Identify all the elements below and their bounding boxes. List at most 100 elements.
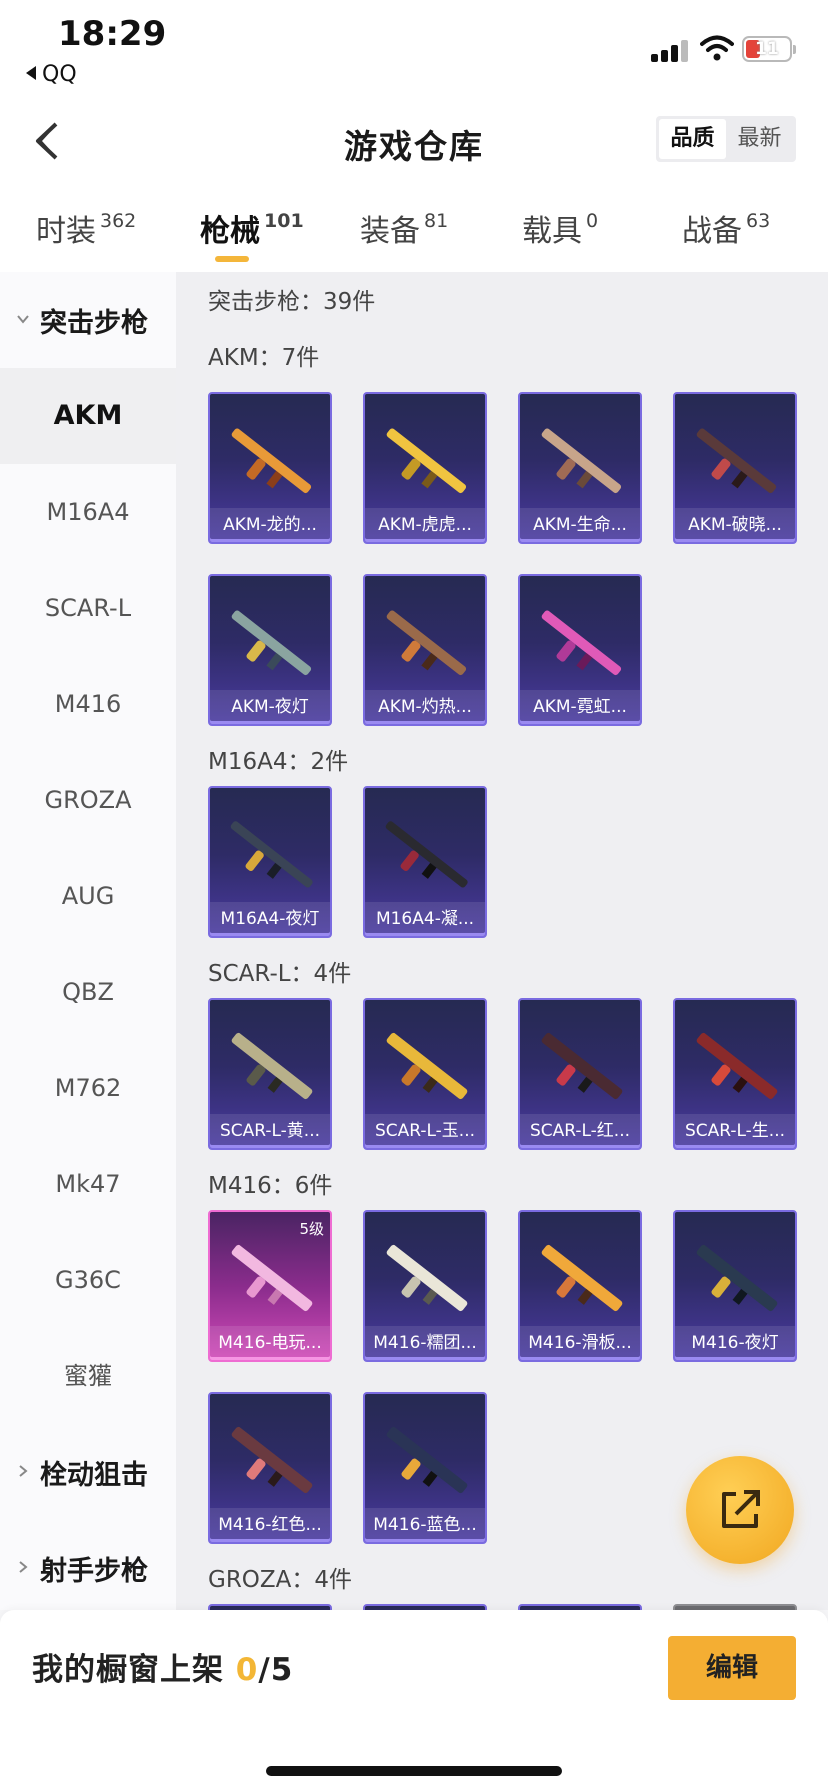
weapon-card[interactable]: M416-蓝色... <box>363 1392 487 1544</box>
sidebar-group-label: 栓动狙击 <box>40 1460 148 1491</box>
sidebar-item-qbz[interactable]: QBZ <box>0 944 176 1040</box>
tab-equipment[interactable]: 装备 81 <box>360 206 448 250</box>
weapon-card-label: M416-夜灯 <box>675 1326 795 1360</box>
sidebar-item-honey-badger[interactable]: 蜜獾 <box>0 1328 176 1424</box>
battery-level: 11 <box>755 39 779 59</box>
section-title-m416: M416：6件 <box>208 1173 333 1199</box>
scar-l-skin-icon <box>386 1032 468 1100</box>
weapon-card[interactable]: M16A4-凝... <box>363 786 487 938</box>
tab-count: 81 <box>424 210 449 232</box>
tab-count: 63 <box>746 210 771 232</box>
weapon-card-label: SCAR-L-生... <box>675 1114 795 1148</box>
scar-l-skin-icon <box>541 1032 623 1100</box>
weapon-grid: 突击步枪：39件 AKM：7件 AKM-龙的... AKM-虎虎... AKM-… <box>176 272 828 1610</box>
sidebar-item-aug[interactable]: AUG <box>0 848 176 944</box>
section-title-m16a4: M16A4：2件 <box>208 749 349 775</box>
weapon-card[interactable]: M416-糯团... <box>363 1210 487 1362</box>
chevron-right-icon <box>19 1465 28 1477</box>
tab-count: 101 <box>264 210 304 232</box>
sidebar-group-marksman[interactable]: 射手步枪 <box>0 1520 176 1610</box>
tab-count: 362 <box>100 210 137 232</box>
battery-icon: 11 <box>742 36 796 62</box>
scar-l-skin-icon <box>231 1032 313 1100</box>
sidebar-group-bolt-action[interactable]: 栓动狙击 <box>0 1424 176 1520</box>
sort-newest-button[interactable]: 最新 <box>726 119 793 159</box>
category-title: 突击步枪：39件 <box>208 289 376 315</box>
showcase-label: 我的橱窗上架 <box>32 1652 236 1688</box>
showcase-bar: 我的橱窗上架 0/5 编辑 <box>0 1610 828 1792</box>
wifi-icon <box>700 35 734 61</box>
home-indicator[interactable] <box>266 1766 562 1776</box>
sidebar-item-m16a4[interactable]: M16A4 <box>0 464 176 560</box>
weapon-card-label: M416-红色... <box>210 1508 330 1542</box>
showcase-total: /5 <box>258 1652 294 1688</box>
weapon-card[interactable]: AKM-霓虹... <box>518 574 642 726</box>
akm-skin-icon <box>386 428 467 494</box>
m16a4-skin-icon <box>230 821 313 888</box>
tab-vehicles[interactable]: 载具 0 <box>522 206 598 250</box>
share-external-icon <box>722 1490 760 1528</box>
sidebar-item-m416[interactable]: M416 <box>0 656 176 752</box>
weapon-card[interactable]: AKM-龙的... <box>208 392 332 544</box>
sidebar-group-label: 射手步枪 <box>40 1556 148 1587</box>
back-app-label: QQ <box>42 62 77 87</box>
sort-quality-button[interactable]: 品质 <box>659 119 726 159</box>
sidebar-item-m762[interactable]: M762 <box>0 1040 176 1136</box>
weapon-card-label: M416-蓝色... <box>365 1508 485 1542</box>
chevron-down-icon <box>17 315 29 324</box>
sidebar-item-mk47[interactable]: Mk47 <box>0 1136 176 1232</box>
tab-label: 装备 <box>360 214 420 249</box>
weapon-card[interactable]: SCAR-L-黄... <box>208 998 332 1150</box>
weapon-card-label: M16A4-凝... <box>365 902 485 936</box>
akm-skin-icon <box>231 610 312 676</box>
back-to-app-link[interactable]: QQ <box>26 62 77 87</box>
weapon-card[interactable]: AKM-虎虎... <box>363 392 487 544</box>
weapon-card[interactable]: SCAR-L-红... <box>518 998 642 1150</box>
weapon-type-sidebar: 突击步枪 AKM M16A4 SCAR-L M416 GROZA AUG QBZ… <box>0 272 176 1610</box>
m416-skin-icon <box>386 1244 468 1312</box>
game-warehouse-page: 18:29 QQ 11 游戏仓库 品质 最新 时装 362 枪械 101 装备 … <box>0 0 828 1792</box>
sidebar-item-akm[interactable]: AKM <box>0 368 176 464</box>
weapon-card-label: SCAR-L-红... <box>520 1114 640 1148</box>
weapon-card-label: AKM-龙的... <box>210 508 330 542</box>
weapon-card-label: M416-糯团... <box>365 1326 485 1360</box>
sidebar-item-scar-l[interactable]: SCAR-L <box>0 560 176 656</box>
weapon-card[interactable]: AKM-灼热... <box>363 574 487 726</box>
weapon-card-label: AKM-虎虎... <box>365 508 485 542</box>
weapon-card[interactable]: SCAR-L-玉... <box>363 998 487 1150</box>
weapon-card-label: AKM-破晓... <box>675 508 795 542</box>
sidebar-item-groza[interactable]: GROZA <box>0 752 176 848</box>
chevron-right-icon <box>19 1561 28 1573</box>
sidebar-item-g36c[interactable]: G36C <box>0 1232 176 1328</box>
active-tab-indicator <box>215 256 249 262</box>
weapon-card[interactable]: 5级 M416-电玩... <box>208 1210 332 1362</box>
back-triangle-icon <box>26 66 36 80</box>
akm-skin-icon <box>386 610 467 676</box>
m416-skin-icon <box>386 1426 468 1494</box>
weapon-card-label: AKM-生命... <box>520 508 640 542</box>
weapon-card[interactable]: SCAR-L-生... <box>673 998 797 1150</box>
weapon-card[interactable]: AKM-夜灯 <box>208 574 332 726</box>
weapon-card[interactable]: M416-夜灯 <box>673 1210 797 1362</box>
weapon-card[interactable]: AKM-破晓... <box>673 392 797 544</box>
edit-button[interactable]: 编辑 <box>668 1636 796 1700</box>
header: 游戏仓库 品质 最新 <box>0 96 828 186</box>
sidebar-group-assault-rifles[interactable]: 突击步枪 <box>0 272 176 368</box>
weapon-card[interactable]: M416-红色... <box>208 1392 332 1544</box>
status-bar: 18:29 QQ 11 <box>0 0 828 96</box>
tab-battle-supplies[interactable]: 战备 63 <box>682 206 770 250</box>
weapon-card[interactable]: M16A4-夜灯 <box>208 786 332 938</box>
share-button[interactable] <box>686 1456 794 1564</box>
m416-skin-icon <box>696 1244 778 1312</box>
scar-l-skin-icon <box>696 1032 778 1100</box>
weapon-card-label: AKM-霓虹... <box>520 690 640 724</box>
tab-label: 时装 <box>36 214 96 249</box>
cellular-signal-icon <box>651 38 691 62</box>
weapon-card[interactable]: M416-滑板... <box>518 1210 642 1362</box>
weapon-card[interactable]: AKM-生命... <box>518 392 642 544</box>
tab-firearms[interactable]: 枪械 101 <box>200 206 304 250</box>
weapon-card-label: M416-电玩... <box>210 1326 330 1360</box>
m416-skin-icon <box>231 1244 313 1312</box>
tab-fashion[interactable]: 时装 362 <box>36 206 136 250</box>
akm-skin-icon <box>541 610 622 676</box>
